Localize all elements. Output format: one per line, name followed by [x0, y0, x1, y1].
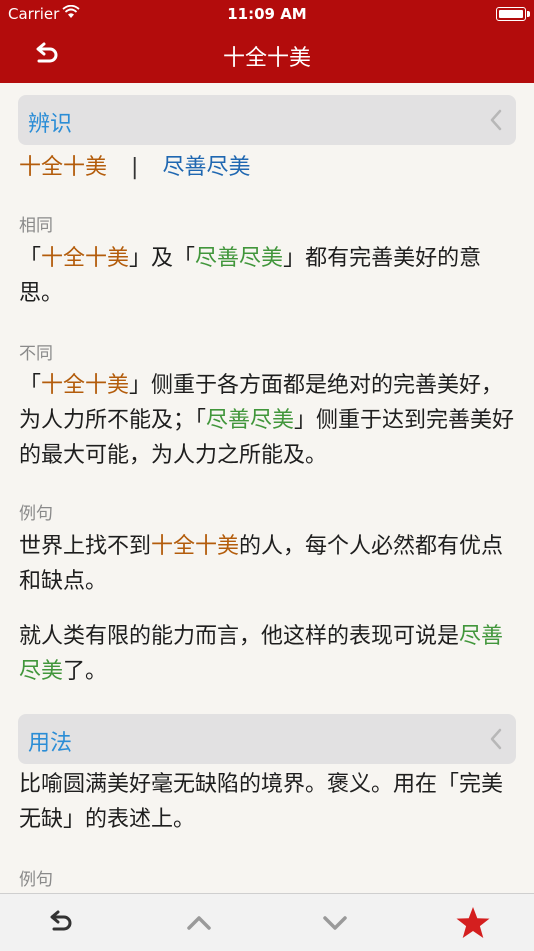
tab-word-1[interactable]: 十全十美: [19, 155, 107, 180]
section-header-usage[interactable]: 用法: [18, 714, 516, 764]
section-title: 辨识: [28, 112, 73, 137]
chevron-left-icon[interactable]: [488, 108, 504, 132]
chevron-down-icon[interactable]: [320, 908, 350, 938]
tab-word-2[interactable]: 尽善尽美: [162, 155, 250, 180]
label-examples-2: 例句: [19, 870, 53, 890]
page-title: 十全十美: [222, 46, 311, 71]
bottom-toolbar: [0, 893, 534, 951]
same-text: 「十全十美」及「尽善尽美」都有完善美好的意思。: [19, 246, 482, 306]
content-area[interactable]: 辨识 十全十美 | 尽善尽美 相同 「十全十美」及「尽善尽美」都有完善美好的意思。 …: [0, 83, 534, 893]
example-2: 就人类有限的能力而言，他这样的表现可说是尽善尽美了。: [19, 624, 504, 684]
battery-icon: [496, 7, 530, 21]
status-bar: Carrier 11:09 AM: [0, 0, 534, 28]
label-diff: 不同: [19, 344, 53, 364]
tab-separator: |: [131, 155, 139, 180]
word-tabs: 十全十美 | 尽善尽美: [19, 149, 250, 181]
label-examples: 例句: [19, 504, 53, 524]
diff-text: 「十全十美」侧重于各方面都是绝对的完善美好，为人力所不能及；「尽善尽美」侧重于达…: [19, 373, 515, 468]
section-title: 用法: [28, 731, 73, 756]
example-1: 世界上找不到十全十美的人，每个人必然都有优点和缺点。: [19, 534, 504, 594]
nav-bar: 十全十美: [0, 28, 534, 83]
chevron-up-icon[interactable]: [184, 908, 214, 938]
usage-text: 比喻圆满美好毫无缺陷的境界。褒义。用在「完美无缺」的表述上。: [19, 772, 504, 832]
back-arrow-icon[interactable]: [46, 908, 76, 938]
label-same: 相同: [19, 216, 53, 236]
chevron-left-icon[interactable]: [488, 727, 504, 751]
star-icon[interactable]: [455, 906, 491, 940]
clock: 11:09 AM: [227, 5, 307, 23]
section-header-identify[interactable]: 辨识: [18, 95, 516, 145]
